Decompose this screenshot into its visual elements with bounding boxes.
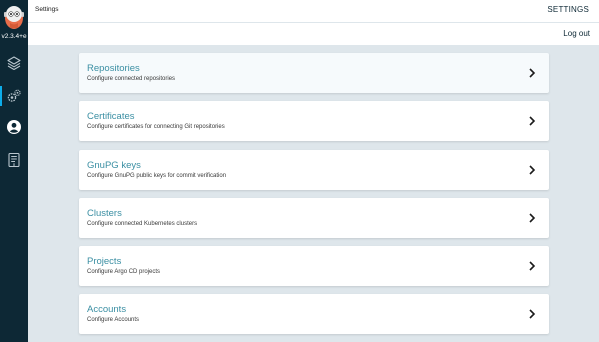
card-title: Projects — [87, 256, 122, 267]
card-description: Configure Argo CD projects — [87, 269, 161, 275]
chevron-right-icon — [529, 116, 536, 126]
chevron-right-icon — [529, 261, 536, 271]
settings-card-repositories[interactable]: Repositories Configure connected reposit… — [79, 53, 549, 93]
card-description: Configure connected repositories — [87, 76, 176, 82]
gears-icon — [7, 89, 21, 102]
settings-card-clusters[interactable]: Clusters Configure connected Kubernetes … — [79, 198, 549, 238]
settings-card-projects[interactable]: Projects Configure Argo CD projects — [79, 246, 549, 286]
chevron-right-icon — [529, 165, 536, 175]
card-description: Configure Accounts — [87, 317, 140, 323]
section-title: SETTINGS — [547, 5, 589, 14]
version-label: v2.3.4+e — [1, 33, 27, 40]
card-title: GnuPG keys — [87, 160, 141, 171]
sidebar: v2.3.4+e — [0, 0, 28, 342]
card-title: Repositories — [87, 63, 140, 74]
argo-logo-icon[interactable] — [2, 3, 26, 30]
top-bar: Settings SETTINGS — [28, 0, 599, 22]
card-title: Clusters — [87, 208, 122, 219]
logout-button[interactable]: Log out — [563, 29, 590, 38]
chevron-right-icon — [529, 68, 536, 78]
sidebar-item-user-info[interactable] — [0, 115, 28, 139]
chevron-right-icon — [529, 213, 536, 223]
chevron-right-icon — [529, 309, 536, 319]
settings-card-gnupg-keys[interactable]: GnuPG keys Configure GnuPG public keys f… — [79, 150, 549, 190]
card-title: Accounts — [87, 304, 127, 315]
settings-card-accounts[interactable]: Accounts Configure Accounts — [79, 294, 549, 334]
docs-icon — [8, 152, 20, 168]
sidebar-item-settings[interactable] — [0, 84, 28, 108]
sidebar-item-applications[interactable] — [0, 51, 28, 75]
card-description: Configure certificates for connecting Gi… — [87, 124, 225, 130]
card-description: Configure connected Kubernetes clusters — [87, 221, 198, 227]
card-description: Configure GnuPG public keys for commit v… — [87, 173, 227, 179]
card-title: Certificates — [87, 111, 135, 122]
sidebar-item-documentation[interactable] — [0, 148, 28, 172]
toolbar: Log out — [28, 23, 599, 45]
user-circle-icon — [7, 120, 21, 134]
layers-icon — [7, 56, 21, 71]
settings-card-certificates[interactable]: Certificates Configure certificates for … — [79, 101, 549, 141]
page-title: Settings — [35, 6, 59, 13]
